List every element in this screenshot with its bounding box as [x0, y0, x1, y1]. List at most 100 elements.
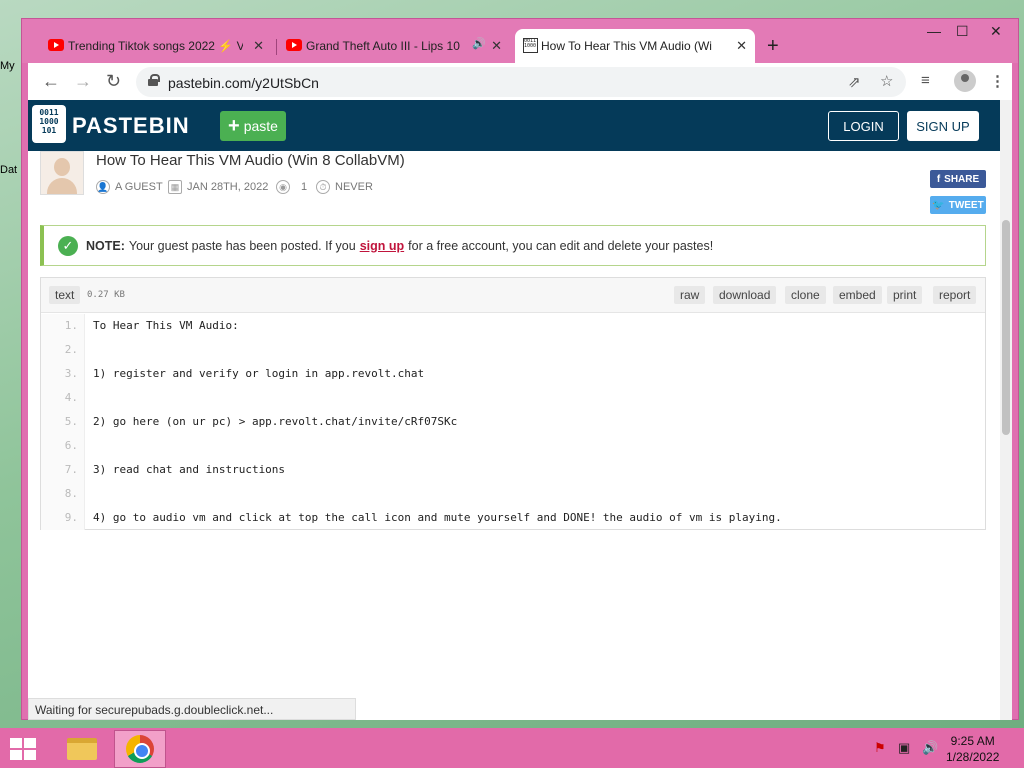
code-line: 2. [41, 338, 985, 362]
share-page-icon[interactable]: ⇗ [848, 73, 861, 91]
twitter-icon: 🐦 [932, 199, 945, 211]
pastebin-brand[interactable]: PASTEBIN [72, 113, 190, 139]
minimize-icon[interactable]: — [927, 23, 941, 39]
signup-link[interactable]: sign up [360, 239, 404, 253]
page-viewport: 0011 1000 101 PASTEBIN + paste LOGIN SIG… [28, 100, 1012, 720]
check-circle-icon: ✓ [58, 235, 78, 256]
tab-separator [276, 39, 277, 55]
user-icon: 👤 [96, 180, 110, 194]
code-header: text 0.27 KB raw download clone embed pr… [41, 278, 985, 313]
youtube-icon [48, 39, 64, 51]
line-text: 1) register and verify or login in app.r… [93, 367, 425, 380]
line-number: 5. [41, 410, 85, 434]
tab-close-icon[interactable]: ✕ [253, 38, 264, 54]
profile-avatar-icon[interactable] [954, 70, 976, 92]
signup-button[interactable]: SIGN UP [907, 111, 979, 141]
clone-button[interactable]: clone [785, 286, 826, 304]
back-arrow-icon[interactable]: ← [42, 71, 60, 92]
code-lines: 1. To Hear This VM Audio: 2. 3. 1) registe… [41, 314, 985, 530]
desktop-icon-label[interactable]: Dat [0, 164, 17, 176]
print-button[interactable]: print [887, 286, 923, 304]
views-count: 1 [301, 181, 308, 193]
notice-label: NOTE: [86, 238, 125, 253]
notice-text-after: for a free account, you can edit and del… [408, 238, 714, 253]
tab-close-icon[interactable]: ✕ [491, 38, 502, 54]
code-line: 1. To Hear This VM Audio: [41, 314, 985, 338]
line-text: To Hear This VM Audio: [93, 319, 239, 332]
notice-text: Your guest paste has been posted. If you [128, 238, 356, 253]
browser-toolbar: ← → ↻ pastebin.com/y2UtSbCn ⇗ ☆ ≡ ⋮ [28, 63, 1012, 100]
tab-strip: Trending Tiktok songs 2022 ⚡ V ✕ Grand T… [22, 19, 1018, 63]
code-line: 4. [41, 386, 985, 410]
close-window-icon[interactable]: ✕ [990, 23, 1002, 40]
line-number: 2. [41, 338, 85, 362]
line-text [85, 338, 93, 362]
browser-window: Trending Tiktok songs 2022 ⚡ V ✕ Grand T… [21, 18, 1019, 720]
action-center-flag-icon[interactable]: ⚑ [874, 740, 886, 756]
date-text: JAN 28TH, 2022 [187, 181, 269, 193]
guest-paste-notice: ✓ NOTE: Your guest paste has been posted… [40, 225, 986, 266]
pastebin-logo[interactable]: 0011 1000 101 [32, 105, 66, 143]
facebook-share-button[interactable]: f SHARE [930, 170, 986, 188]
system-clock[interactable]: 9:25 AM 1/28/2022 [946, 733, 999, 765]
paste-title: How To Hear This VM Audio (Win 8 CollabV… [96, 152, 405, 169]
taskbar-file-explorer[interactable] [56, 730, 108, 768]
desktop-icon-label[interactable]: My [0, 60, 15, 72]
tab-gta-lips[interactable]: Grand Theft Auto III - Lips 10 🔊 ✕ [280, 29, 510, 63]
calendar-icon: ▦ [168, 180, 182, 194]
report-button[interactable]: report [933, 286, 977, 304]
tab-tiktok-songs[interactable]: Trending Tiktok songs 2022 ⚡ V ✕ [42, 29, 272, 63]
folder-icon [67, 738, 97, 760]
tab-title: How To Hear This VM Audio (Wi [541, 39, 712, 53]
paste-date: ▦ JAN 28TH, 2022 [168, 180, 268, 194]
paste-size: 0.27 KB [87, 290, 125, 300]
media-queue-icon[interactable]: ≡ [921, 72, 930, 89]
speaker-icon[interactable]: 🔊 [472, 37, 486, 50]
pastebin-icon: 0011 1000 [523, 38, 538, 53]
tab-pastebin[interactable]: 0011 1000 How To Hear This VM Audio (Wi … [515, 29, 755, 63]
chrome-icon [126, 735, 154, 763]
youtube-icon [286, 39, 302, 51]
paste-code-box: text 0.27 KB raw download clone embed pr… [40, 277, 986, 530]
code-line: 5. 2) go here (on ur pc) > app.revolt.cha… [41, 410, 985, 434]
line-number: 6. [41, 434, 85, 458]
paste-expiry: ⏱ NEVER [316, 180, 373, 194]
code-line: 8. [41, 482, 985, 506]
tab-title: Trending Tiktok songs 2022 ⚡ V [68, 39, 243, 53]
line-number: 8. [41, 482, 85, 506]
code-line: 7. 3) read chat and instructions [41, 458, 985, 482]
page-scrollbar[interactable] [1000, 100, 1012, 720]
reload-icon[interactable]: ↻ [106, 71, 121, 92]
windows-start-icon[interactable] [10, 738, 38, 760]
menu-dots-icon[interactable]: ⋮ [990, 72, 1005, 90]
tab-close-icon[interactable]: ✕ [736, 38, 747, 54]
paste-button-label: paste [243, 118, 278, 134]
line-number: 1. [41, 314, 85, 338]
address-bar[interactable]: pastebin.com/y2UtSbCn ⇗ ☆ [136, 67, 906, 97]
line-text [85, 434, 93, 458]
lock-icon[interactable] [148, 74, 160, 86]
new-tab-icon[interactable]: + [767, 35, 779, 58]
bookmark-star-icon[interactable]: ☆ [880, 72, 893, 90]
network-icon[interactable]: ▣ [898, 740, 910, 756]
twitter-tweet-button[interactable]: 🐦 TWEET [930, 196, 986, 214]
author-name: A GUEST [115, 181, 163, 193]
taskbar-chrome[interactable] [114, 730, 166, 768]
forward-arrow-icon[interactable]: → [74, 71, 92, 92]
raw-button[interactable]: raw [674, 286, 706, 304]
scroll-thumb[interactable] [1002, 220, 1010, 435]
facebook-icon: f [936, 173, 941, 185]
taskbar: ⚑ ▣ 🔊 9:25 AM 1/28/2022 [0, 728, 1024, 768]
download-button[interactable]: download [713, 286, 777, 304]
syntax-tag[interactable]: text [49, 286, 81, 304]
code-line: 3. 1) register and verify or login in app… [41, 362, 985, 386]
volume-icon[interactable]: 🔊 [922, 740, 938, 756]
embed-button[interactable]: embed [833, 286, 882, 304]
guest-avatar [40, 151, 84, 195]
paste-views: ◉ 1 [276, 180, 307, 194]
new-paste-button[interactable]: + paste [220, 111, 286, 141]
status-bar: Waiting for securepubads.g.doubleclick.n… [28, 698, 356, 720]
url-text: pastebin.com/y2UtSbCn [168, 75, 319, 91]
maximize-icon[interactable]: ☐ [956, 23, 969, 40]
login-button[interactable]: LOGIN [828, 111, 899, 141]
